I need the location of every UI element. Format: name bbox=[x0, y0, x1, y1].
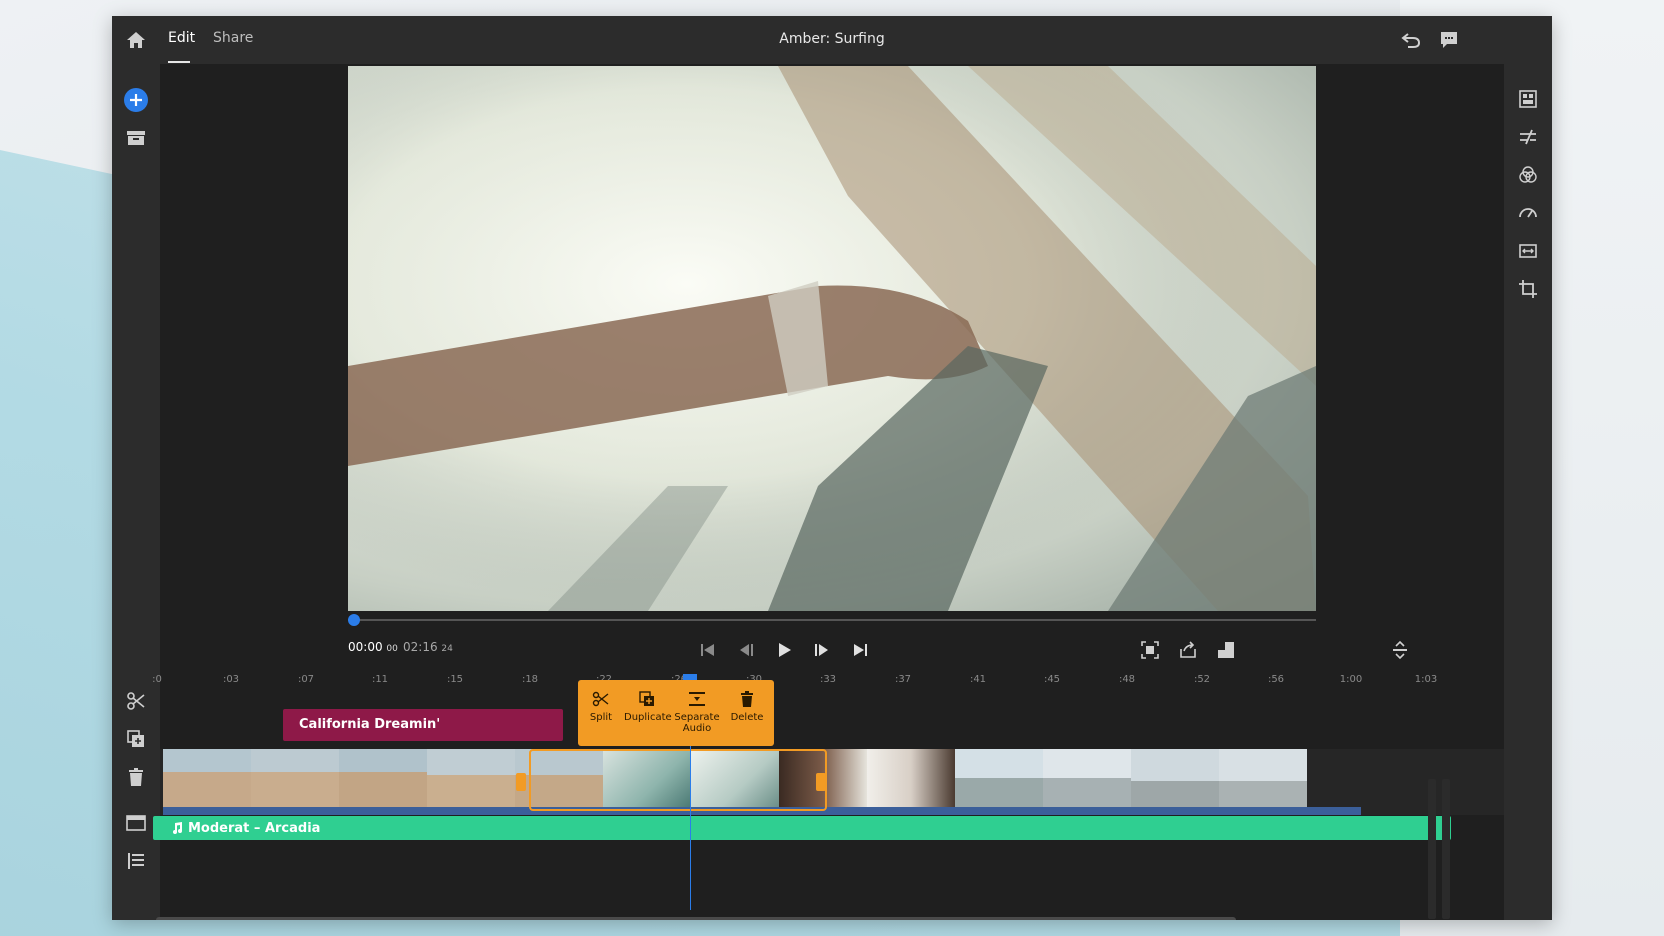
ruler-label: :33 bbox=[819, 674, 837, 685]
delete-label: Delete bbox=[730, 712, 764, 723]
ruler-label: :56 bbox=[1267, 674, 1285, 685]
split-button[interactable]: Split bbox=[580, 680, 622, 746]
left-toolbar bbox=[112, 64, 160, 920]
app-window: Edit Share Amber: Surfing 00:00 00 02:16… bbox=[112, 16, 1552, 920]
ruler-label: :37 bbox=[894, 674, 912, 685]
current-time-frames: 00 bbox=[386, 644, 398, 654]
title-clip-label: California Dreamin' bbox=[299, 717, 441, 732]
thumbnail bbox=[867, 749, 955, 807]
clip-trim-handle-right[interactable] bbox=[816, 773, 826, 791]
duplicate-label: Duplicate bbox=[624, 712, 672, 723]
ruler-label: :52 bbox=[1193, 674, 1211, 685]
playback-progress-track[interactable] bbox=[348, 619, 1316, 621]
speed-icon[interactable] bbox=[1517, 202, 1539, 224]
ruler-label: :15 bbox=[446, 674, 464, 685]
thumbnail bbox=[1131, 749, 1219, 807]
crop-icon[interactable] bbox=[1517, 278, 1539, 300]
split-label: Split bbox=[589, 712, 613, 723]
timeline-list-icon[interactable] bbox=[125, 850, 147, 872]
project-title: Amber: Surfing bbox=[779, 31, 885, 47]
tab-edit-underline bbox=[168, 61, 190, 63]
thumbnail bbox=[339, 749, 427, 807]
separate-audio-button[interactable]: Separate Audio bbox=[672, 680, 722, 746]
top-bar: Edit Share Amber: Surfing bbox=[112, 16, 1552, 64]
add-media-icon[interactable] bbox=[124, 88, 148, 112]
duplicate-tool-icon[interactable] bbox=[125, 728, 147, 750]
ruler-label: 1:03 bbox=[1414, 674, 1438, 685]
ruler-label: 1:00 bbox=[1339, 674, 1363, 685]
ruler-label: :07 bbox=[297, 674, 315, 685]
ruler-label: :03 bbox=[222, 674, 240, 685]
fit-to-screen-icon[interactable] bbox=[1140, 640, 1160, 660]
thumbnail bbox=[1043, 749, 1131, 807]
delete-button[interactable]: Delete bbox=[724, 680, 770, 746]
clip-trim-handle-left[interactable] bbox=[516, 773, 526, 791]
step-back-icon[interactable] bbox=[736, 640, 756, 660]
separate-audio-label: Separate Audio bbox=[674, 712, 720, 734]
undo-icon[interactable] bbox=[1400, 29, 1422, 51]
video-preview[interactable] bbox=[348, 66, 1316, 611]
preview-size-icon[interactable] bbox=[1216, 640, 1236, 660]
color-icon[interactable] bbox=[1517, 164, 1539, 186]
duration-value: 02:16 bbox=[403, 640, 438, 654]
current-time: 00:00 00 bbox=[348, 640, 398, 654]
current-time-value: 00:00 bbox=[348, 640, 383, 654]
comment-icon[interactable] bbox=[1438, 29, 1460, 51]
split-tool-icon[interactable] bbox=[125, 690, 147, 712]
ruler-label: :18 bbox=[521, 674, 539, 685]
skip-to-start-icon[interactable] bbox=[698, 640, 718, 660]
export-frame-icon[interactable] bbox=[1178, 640, 1198, 660]
separate-audio-icon bbox=[689, 692, 705, 706]
title-clip[interactable]: California Dreamin' bbox=[283, 709, 563, 741]
audio-meter-left bbox=[1428, 779, 1436, 919]
duplicate-icon bbox=[639, 691, 654, 706]
ruler-label: :41 bbox=[969, 674, 987, 685]
transitions-icon[interactable] bbox=[1517, 126, 1539, 148]
expand-collapse-icon[interactable] bbox=[1390, 640, 1410, 660]
playback-scrubber[interactable] bbox=[348, 614, 360, 626]
step-forward-icon[interactable] bbox=[812, 640, 832, 660]
duration: 02:16 24 bbox=[403, 640, 453, 654]
title-tool-icon[interactable] bbox=[125, 812, 147, 834]
ruler-label: :11 bbox=[371, 674, 389, 685]
thumbnail bbox=[427, 749, 515, 807]
ruler-label: :48 bbox=[1118, 674, 1136, 685]
right-toolbar bbox=[1504, 64, 1552, 920]
delete-tool-icon[interactable] bbox=[125, 766, 147, 788]
thumbnail bbox=[251, 749, 339, 807]
selected-clip-outline[interactable] bbox=[529, 749, 827, 811]
timeline-horizontal-scrollbar[interactable] bbox=[156, 917, 1236, 920]
music-track[interactable] bbox=[153, 816, 1451, 840]
skip-to-end-icon[interactable] bbox=[850, 640, 870, 660]
project-bin-icon[interactable] bbox=[125, 127, 147, 149]
duplicate-button[interactable]: Duplicate bbox=[624, 680, 672, 746]
thumbnail bbox=[1219, 749, 1307, 807]
scissors-icon bbox=[592, 691, 609, 707]
thumbnail bbox=[955, 749, 1043, 807]
clip-context-menu: Split Duplicate Separate Audio Delete bbox=[578, 680, 774, 746]
ruler-label: :0 bbox=[152, 674, 162, 685]
duration-frames: 24 bbox=[441, 644, 453, 654]
project-panel-icon[interactable] bbox=[1517, 88, 1539, 110]
preview-frame-illustration bbox=[348, 66, 1316, 611]
adjust-icon[interactable] bbox=[1517, 240, 1539, 262]
ruler-label: :45 bbox=[1043, 674, 1061, 685]
audio-meter-right bbox=[1442, 779, 1450, 919]
trash-icon bbox=[741, 691, 753, 707]
music-note-icon bbox=[173, 822, 182, 834]
thumbnail bbox=[163, 749, 251, 807]
music-track-label: Moderat – Arcadia bbox=[188, 821, 321, 836]
play-icon[interactable] bbox=[774, 640, 794, 660]
